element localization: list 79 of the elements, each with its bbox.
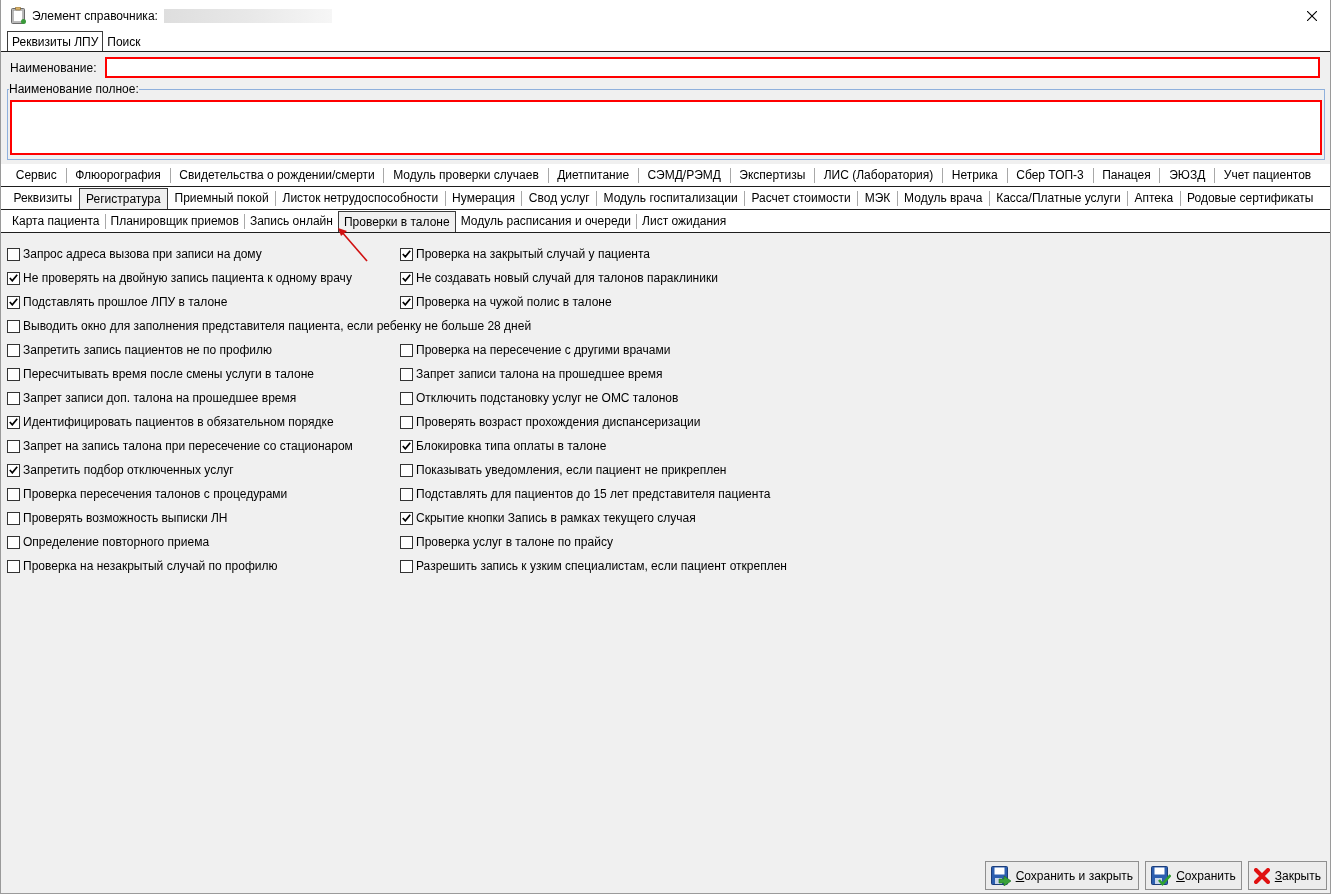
- checkbox-label: Идентифицировать пациентов в обязательном порядке: [23, 414, 334, 431]
- arrow-icon: [338, 228, 368, 262]
- checkbox-label: Не создавать новый случай для талонов параклиники: [416, 270, 718, 287]
- checkbox[interactable]: [400, 367, 413, 381]
- checkbox[interactable]: [7, 343, 20, 357]
- checkbox-label: Не проверять на двойную запись пациента к одному врачу: [23, 270, 352, 287]
- text-area-field[interactable]: [10, 100, 1322, 155]
- checkmark-icon: [402, 274, 411, 282]
- checkmark-icon: [9, 298, 18, 306]
- checkbox-label: Выводить окно для заполнения представителя пациента, если ребенку не больше 28 дней: [23, 318, 532, 335]
- tab[interactable]: Регистратура: [78, 188, 169, 209]
- checkbox[interactable]: [7, 271, 20, 285]
- checkmark-icon: [9, 274, 18, 282]
- checkbox[interactable]: [7, 367, 20, 381]
- checkmark-icon: [402, 298, 411, 306]
- checkmark-icon: [9, 418, 18, 426]
- checkbox-label: Проверка на пересечение с другими врачами: [416, 342, 671, 359]
- checkbox-label: Проверять возраст прохождения диспансеризации: [416, 414, 701, 431]
- checkbox[interactable]: [7, 295, 20, 309]
- checkbox[interactable]: [400, 511, 413, 525]
- checkbox-label: Запрет записи доп. талона на прошедшее время: [23, 390, 297, 407]
- checkbox-label: Скрытие кнопки Запись в рамках текущего случая: [416, 510, 696, 527]
- checkmark-icon: [402, 250, 411, 258]
- group-title: Наименование полное:: [9, 81, 139, 98]
- checkbox-label: Проверка на незакрытый случай по профилю: [23, 558, 278, 575]
- checkbox-label: Проверять возможность выписки ЛН: [23, 510, 228, 527]
- checkbox[interactable]: [7, 247, 20, 261]
- checkbox-label: Запретить запись пациентов не по профилю: [23, 342, 272, 359]
- checkbox-label: Блокировка типа оплаты в талоне: [416, 438, 607, 455]
- checkbox[interactable]: [400, 343, 413, 357]
- dialog-button[interactable]: Сохранить: [1145, 861, 1242, 890]
- checkbox-label: Проверка пересечения талонов с процедурами: [23, 486, 288, 503]
- floppy-check-icon: [1151, 865, 1172, 886]
- close-icon[interactable]: [1307, 10, 1317, 21]
- checkbox[interactable]: [400, 415, 413, 429]
- clipboard-icon: [11, 7, 26, 24]
- checkbox[interactable]: [400, 487, 413, 501]
- checkbox[interactable]: [400, 247, 413, 261]
- checkbox[interactable]: [7, 463, 20, 477]
- tab[interactable]: Проверки в талоне: [337, 211, 456, 232]
- checkbox-label: Проверка услуг в талоне по прайсу: [416, 534, 613, 551]
- checkbox[interactable]: [7, 535, 20, 549]
- checkmark-icon: [9, 466, 18, 474]
- checkbox[interactable]: [7, 391, 20, 405]
- checkbox-label: Запрос адреса вызова при записи на дому: [23, 246, 262, 263]
- field-label: Наименование:: [10, 59, 97, 77]
- checkbox-label: Запрет на запись талона при пересечение со стационаром: [23, 438, 353, 455]
- tab[interactable]: Реквизиты ЛПУ: [7, 31, 104, 51]
- window-title: Элемент справочника:: [32, 7, 158, 25]
- dialog-button[interactable]: Сохранить и закрыть: [984, 861, 1140, 890]
- checkbox[interactable]: [7, 487, 20, 501]
- checkbox-label: Разрешить запись к узким специалистам, если пациент откреплен: [416, 558, 787, 575]
- checkbox[interactable]: [400, 535, 413, 549]
- checkbox[interactable]: [7, 559, 20, 573]
- dialog-button[interactable]: Закрыть: [1247, 861, 1327, 890]
- name-input-field[interactable]: [104, 57, 1320, 78]
- checkbox[interactable]: [400, 271, 413, 285]
- checkbox[interactable]: [7, 319, 20, 333]
- checkbox-label: Запретить подбор отключенных услуг: [23, 462, 234, 479]
- checkbox-label: Определение повторного приема: [23, 534, 210, 551]
- checkbox[interactable]: [400, 559, 413, 573]
- checkbox-label: Проверка на чужой полис в талоне: [416, 294, 612, 311]
- checkbox-label: Проверка на закрытый случай у пациента: [416, 246, 650, 263]
- checkbox-label: Подставлять прошлое ЛПУ в талоне: [23, 294, 228, 311]
- checkbox[interactable]: [400, 295, 413, 309]
- checkbox-label: Пересчитывать время после смены услуги в талоне: [23, 366, 314, 383]
- checkmark-icon: [402, 514, 411, 522]
- checkbox[interactable]: [400, 391, 413, 405]
- checkmark-icon: [402, 442, 411, 450]
- checkbox[interactable]: [7, 511, 20, 525]
- checkbox-label: Запрет записи талона на прошедшее время: [416, 366, 663, 383]
- checkbox[interactable]: [400, 439, 413, 453]
- checkbox-label: Подставлять для пациентов до 15 лет представителя пациента: [416, 486, 771, 503]
- cross-icon: [1253, 867, 1270, 884]
- checkbox[interactable]: [7, 415, 20, 429]
- checkbox[interactable]: [7, 439, 20, 453]
- checkbox-label: Отключить подстановку услуг не ОМС талонов: [416, 390, 679, 407]
- checkbox-label: Показывать уведомления, если пациент не прикреплен: [416, 462, 727, 479]
- checkbox[interactable]: [400, 463, 413, 477]
